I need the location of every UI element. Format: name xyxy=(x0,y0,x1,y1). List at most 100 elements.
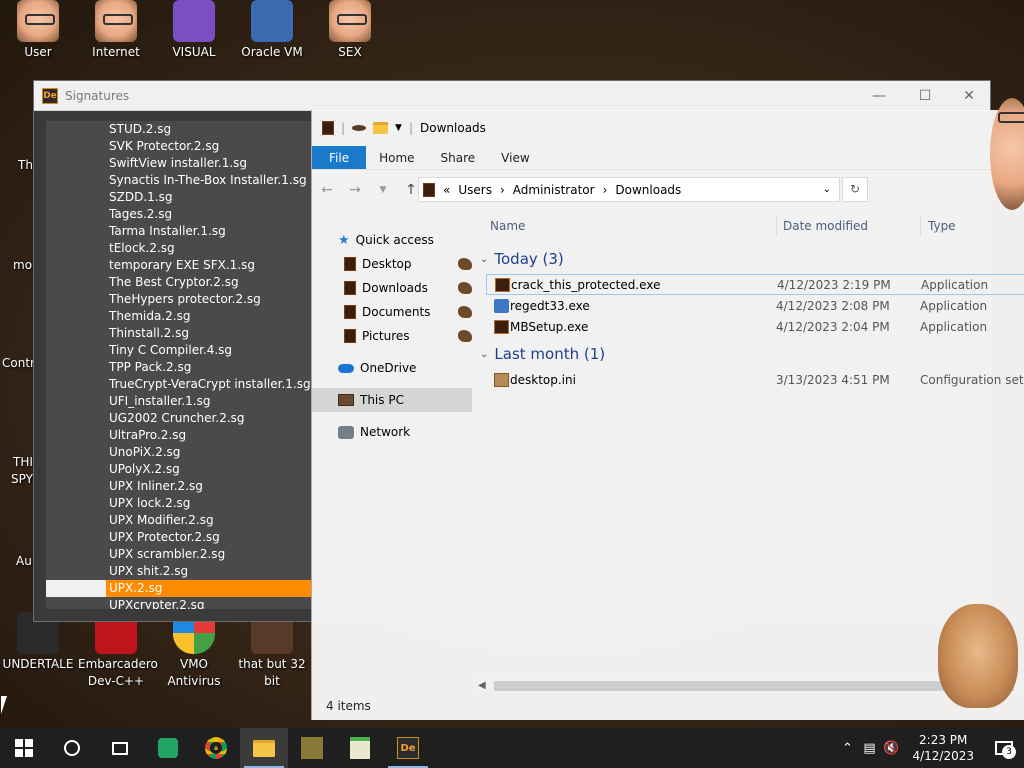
nav-pictures[interactable]: Pictures xyxy=(312,324,472,348)
desktop-partial-label[interactable]: Th xyxy=(18,158,33,172)
tab-share[interactable]: Share xyxy=(428,146,489,169)
scrollbar-thumb[interactable] xyxy=(494,681,1014,691)
list-item[interactable]: UPX Inliner.2.sg xyxy=(46,478,311,495)
desktop-icon-devcpp[interactable]: Embarcadero Dev-C++ xyxy=(78,612,158,690)
list-item[interactable]: Tarma Installer.1.sg xyxy=(46,223,311,240)
column-header-name[interactable]: Name xyxy=(490,219,525,233)
breadcrumb-downloads[interactable]: Downloads xyxy=(615,183,681,197)
list-item[interactable]: SVK Protector.2.sg xyxy=(46,138,311,155)
desktop-partial-label[interactable]: SPY xyxy=(11,472,33,486)
maximize-button[interactable]: ☐ xyxy=(902,81,948,111)
tab-file[interactable]: File xyxy=(312,146,367,169)
nav-documents[interactable]: Documents xyxy=(312,300,472,324)
group-header-last-month[interactable]: ⌄ Last month (1) xyxy=(480,343,605,365)
list-item[interactable]: The Best Cryptor.2.sg xyxy=(46,274,311,291)
table-row[interactable]: desktop.ini 3/13/2023 4:51 PM Configurat… xyxy=(486,369,1024,390)
list-item[interactable]: UPX Protector.2.sg xyxy=(46,529,311,546)
list-item[interactable]: STUD.2.sg xyxy=(46,121,311,138)
desktop-icon-oracle-vm[interactable]: Oracle VM xyxy=(234,0,310,61)
desktop-partial-label[interactable]: Contr xyxy=(2,356,35,370)
nav-onedrive[interactable]: OneDrive xyxy=(312,356,472,380)
list-item[interactable]: TrueCrypt-VeraCrypt installer.1.sg xyxy=(46,376,311,393)
properties-icon[interactable] xyxy=(352,125,367,131)
list-item[interactable]: UG2002 Cruncher.2.sg xyxy=(46,410,311,427)
new-folder-icon[interactable] xyxy=(373,122,389,134)
table-row[interactable]: MBSetup.exe 4/12/2023 2:04 PM Applicatio… xyxy=(486,316,1024,337)
table-row[interactable]: regedt33.exe 4/12/2023 2:08 PM Applicati… xyxy=(486,295,1024,316)
list-item[interactable]: UltraPro.2.sg xyxy=(46,427,311,444)
taskbar-file-explorer[interactable] xyxy=(240,728,288,768)
nav-network[interactable]: Network xyxy=(312,420,472,444)
clock[interactable]: 2:23 PM 4/12/2023 xyxy=(902,732,984,764)
list-item[interactable]: Tages.2.sg xyxy=(46,206,311,223)
desktop-partial-label[interactable]: mo xyxy=(13,258,32,272)
list-item[interactable]: TheHypers protector.2.sg xyxy=(46,291,311,308)
list-item[interactable]: temporary EXE SFX.1.sg xyxy=(46,257,311,274)
desktop-icon-user[interactable]: User xyxy=(0,0,76,61)
desktop-icon-internet[interactable]: Internet xyxy=(78,0,154,61)
desktop-icon-visual-studio[interactable]: VISUAL xyxy=(156,0,232,61)
desktop-icon-32bit[interactable]: that but 32 bit xyxy=(234,612,310,690)
app-icon[interactable] xyxy=(322,121,334,135)
start-button[interactable] xyxy=(0,728,48,768)
nav-desktop[interactable]: Desktop xyxy=(312,252,472,276)
taskbar-app-green[interactable] xyxy=(144,728,192,768)
desktop-icon-sex[interactable]: SEX xyxy=(312,0,388,61)
list-item[interactable]: UPX Modifier.2.sg xyxy=(46,512,311,529)
chevron-down-icon[interactable]: ⌄ xyxy=(823,184,831,195)
address-bar[interactable]: « Users › Administrator › Downloads ⌄ xyxy=(418,177,840,202)
taskbar-die[interactable]: De xyxy=(384,728,432,768)
list-item[interactable]: UPX shit.2.sg xyxy=(46,563,311,580)
nav-quick-access[interactable]: ★ Quick access xyxy=(312,228,472,252)
list-item[interactable]: SwiftView installer.1.sg xyxy=(46,155,311,172)
taskbar-app-notepad[interactable] xyxy=(336,728,384,768)
signature-list[interactable]: STUD.2.sg SVK Protector.2.sg SwiftView ins… xyxy=(46,121,311,609)
volume-muted-icon[interactable]: 🔇 xyxy=(880,741,902,756)
list-item[interactable]: Themida.2.sg xyxy=(46,308,311,325)
tab-view[interactable]: View xyxy=(488,146,542,169)
network-icon[interactable]: ▤ xyxy=(858,741,880,756)
breadcrumb-administrator[interactable]: Administrator xyxy=(513,183,595,197)
column-header-date[interactable]: Date modified xyxy=(783,219,868,233)
list-item[interactable]: Tiny C Compiler.4.sg xyxy=(46,342,311,359)
table-row[interactable]: crack_this_protected.exe 4/12/2023 2:19 … xyxy=(486,274,1024,295)
task-view-button[interactable] xyxy=(96,728,144,768)
scroll-left-icon[interactable]: ◀ xyxy=(478,678,486,694)
list-item[interactable]: UPolyX.2.sg xyxy=(46,461,311,478)
minimize-button[interactable]: — xyxy=(856,81,902,111)
list-item[interactable]: UPX.2.sg xyxy=(46,580,311,597)
refresh-button[interactable]: ↻ xyxy=(842,177,868,202)
column-header-type[interactable]: Type xyxy=(928,219,956,233)
tab-home[interactable]: Home xyxy=(366,146,427,169)
list-item[interactable]: UnoPiX.2.sg xyxy=(46,444,311,461)
list-item[interactable]: tElock.2.sg xyxy=(46,240,311,257)
desktop-partial-label[interactable]: THI xyxy=(13,455,33,469)
list-item[interactable]: UPX lock.2.sg xyxy=(46,495,311,512)
breadcrumb-users[interactable]: Users xyxy=(458,183,492,197)
desktop-partial-label[interactable]: Au xyxy=(16,554,32,568)
chevron-down-icon[interactable]: ▼ xyxy=(395,123,402,133)
list-item[interactable]: UFI_installer.1.sg xyxy=(46,393,311,410)
breadcrumb-overflow[interactable]: « xyxy=(443,183,450,197)
signatures-titlebar[interactable]: De Signatures xyxy=(34,81,990,111)
back-arrow-icon[interactable]: ← xyxy=(318,182,336,198)
group-header-today[interactable]: ⌄ Today (3) xyxy=(480,248,564,270)
list-item[interactable]: UPXcrypter.2.sg xyxy=(46,597,311,609)
chevron-up-icon[interactable]: ⌃ xyxy=(836,741,858,756)
list-item[interactable]: SZDD.1.sg xyxy=(46,189,311,206)
recent-chevron-icon[interactable]: ▼ xyxy=(374,185,392,195)
hamster-mascot-icon[interactable] xyxy=(938,604,1018,708)
nav-this-pc[interactable]: This PC xyxy=(312,388,472,412)
list-item[interactable]: UPX scrambler.2.sg xyxy=(46,546,311,563)
list-item[interactable]: Thinstall.2.sg xyxy=(46,325,311,342)
search-button[interactable] xyxy=(48,728,96,768)
nav-downloads[interactable]: Downloads xyxy=(312,276,472,300)
taskbar-chrome[interactable] xyxy=(192,728,240,768)
notification-center-button[interactable]: 3 xyxy=(984,728,1024,768)
desktop-icon-vmo-antivirus[interactable]: VMO Antivirus xyxy=(156,612,232,690)
taskbar-app-picture[interactable] xyxy=(288,728,336,768)
forward-arrow-icon[interactable]: → xyxy=(346,182,364,198)
list-item[interactable]: Synactis In-The-Box Installer.1.sg xyxy=(46,172,311,189)
close-button[interactable]: ✕ xyxy=(946,81,992,111)
list-item[interactable]: TPP Pack.2.sg xyxy=(46,359,311,376)
